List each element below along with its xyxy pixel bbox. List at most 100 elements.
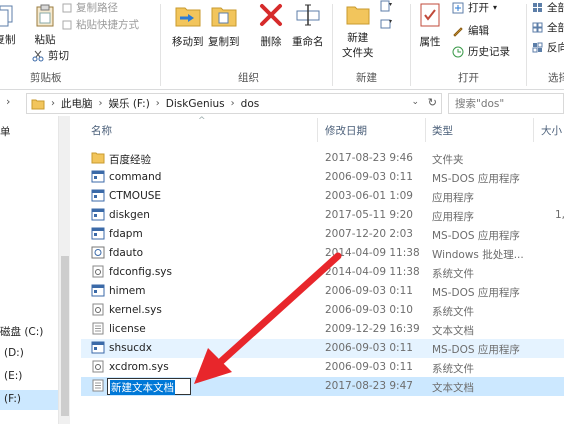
file-modified-date: 2006-09-03 0:11 <box>325 171 413 183</box>
file-modified-date: 2009-12-29 16:39 <box>325 323 420 335</box>
nav-item-drive-d[interactable]: (D:) <box>4 347 24 359</box>
cut-button[interactable]: 剪切 <box>32 48 69 63</box>
app-icon <box>91 341 105 357</box>
breadcrumb-separator-icon[interactable]: › <box>99 98 103 109</box>
column-divider[interactable] <box>317 118 318 142</box>
invert-selection-button[interactable]: 反向 <box>532 40 564 55</box>
properties-check-icon <box>420 3 440 27</box>
file-name: 百度经验 <box>109 154 151 166</box>
new-group-label: 新建 <box>356 72 377 84</box>
file-type: 应用程序 <box>432 192 474 204</box>
column-divider[interactable] <box>533 118 534 142</box>
rename-button[interactable]: 重命名 <box>292 2 324 49</box>
svg-text:▾: ▾ <box>389 18 392 25</box>
address-bar[interactable]: › 此电脑 › 娱乐 (F:) › DiskGenius › dos ⌄ ↻ <box>26 93 442 114</box>
paste-shortcut-button[interactable]: 粘贴快捷方式 <box>62 17 139 32</box>
copy-icon <box>0 5 13 27</box>
table-row[interactable]: xcdrom.sys 2006-09-03 0:11 系统文件 <box>81 358 564 377</box>
nav-item-drive-f[interactable]: (F:) <box>0 390 58 410</box>
open-group-label: 打开 <box>458 72 479 84</box>
table-row[interactable]: himem 2006-09-03 0:11 MS-DOS 应用程序 <box>81 282 564 301</box>
file-type: 应用程序 <box>432 211 474 223</box>
table-row[interactable]: diskgen 2017-05-11 9:20 应用程序 1, <box>81 206 564 225</box>
table-row[interactable]: fdauto 2014-04-09 11:38 Windows 批处理... <box>81 244 564 263</box>
move-to-button[interactable]: 移动到 <box>172 2 204 49</box>
copy-button[interactable]: 复制 <box>0 4 16 47</box>
nav-scrollbar[interactable] <box>58 116 70 424</box>
copy-path-icon <box>62 3 72 12</box>
table-row[interactable]: 百度经验 2017-08-23 9:46 文件夹 <box>81 149 564 168</box>
paste-button[interactable]: 粘贴 <box>34 4 56 47</box>
system-file-icon <box>91 360 105 376</box>
new-item-button[interactable]: ▾ <box>380 0 392 12</box>
address-row: › › 此电脑 › 娱乐 (F:) › DiskGenius › dos ⌄ ↻… <box>0 90 564 116</box>
nav-item-drive-c[interactable]: 磁盘 (C:) <box>0 324 43 339</box>
table-row[interactable]: shsucdx 2006-09-03 0:11 MS-DOS 应用程序 <box>81 339 564 358</box>
system-file-icon <box>91 265 105 281</box>
ribbon: 复制 粘贴 复制路径 粘贴快捷方式 剪切 剪贴板 移动到 复制到 删除 重命名 … <box>0 0 564 90</box>
refresh-icon[interactable]: ↻ <box>428 96 437 109</box>
search-input[interactable]: 搜索"dos" <box>448 93 564 114</box>
select-none-button[interactable]: 全部 <box>532 20 564 35</box>
file-name: fdauto <box>109 247 143 259</box>
copy-path-button[interactable]: 复制路径 <box>62 0 118 15</box>
file-modified-date: 2006-09-03 0:10 <box>325 304 413 316</box>
breadcrumb-separator-icon[interactable]: › <box>51 98 55 109</box>
chevron-right-icon[interactable]: › <box>6 95 10 108</box>
text-file-icon <box>91 322 105 338</box>
breadcrumb-diskgenius[interactable]: DiskGenius <box>166 98 225 110</box>
app-icon <box>91 170 105 186</box>
clipboard-icon <box>36 4 54 27</box>
column-header-name[interactable]: 名称 <box>91 123 112 138</box>
table-row[interactable]: CTMOUSE 2003-06-01 1:09 应用程序 <box>81 187 564 206</box>
history-button[interactable]: 历史记录 <box>452 44 510 59</box>
ribbon-divider <box>332 4 333 86</box>
delete-button[interactable]: 删除 <box>258 2 284 49</box>
nav-item-quick-access[interactable]: 单 <box>0 124 11 139</box>
breadcrumb-separator-icon[interactable]: › <box>156 98 160 109</box>
column-header-type[interactable]: 类型 <box>432 123 453 138</box>
ribbon-divider <box>160 4 161 86</box>
select-all-button[interactable]: 全部 <box>532 0 564 15</box>
table-row[interactable]: license 2009-12-29 16:39 文本文档 <box>81 320 564 339</box>
breadcrumb-separator-icon[interactable]: › <box>231 98 235 109</box>
file-name: fdconfig.sys <box>109 266 172 278</box>
organize-group-label: 组织 <box>238 72 259 84</box>
easy-access-button[interactable]: ▾ <box>380 17 392 29</box>
file-type: 文件夹 <box>432 154 464 166</box>
copy-to-button[interactable]: 复制到 <box>208 2 240 49</box>
file-name: xcdrom.sys <box>109 361 169 373</box>
scissors-icon <box>32 50 44 61</box>
file-list: ^ 名称 修改日期 类型 大小 百度经验 2017-08-23 9:46 文件夹 co… <box>71 116 564 424</box>
table-row[interactable]: kernel.sys 2006-09-03 0:10 系统文件 <box>81 301 564 320</box>
breadcrumb-dos[interactable]: dos <box>241 98 260 110</box>
properties-button[interactable]: 属性 <box>418 2 442 49</box>
column-header-size[interactable]: 大小 <box>541 123 562 138</box>
table-row[interactable]: command 2006-09-03 0:11 MS-DOS 应用程序 <box>81 168 564 187</box>
table-row[interactable]: fdconfig.sys 2014-04-09 11:38 系统文件 <box>81 263 564 282</box>
app-icon <box>91 189 105 205</box>
nav-item-drive-e[interactable]: (E:) <box>4 370 22 382</box>
navigation-pane: 单 磁盘 (C:) (D:) (E:) (F:) <box>0 116 58 424</box>
edit-button[interactable]: 编辑 <box>452 23 489 38</box>
file-modified-date: 2017-08-23 9:46 <box>325 152 413 164</box>
new-folder-button[interactable]: 新建 文件夹 <box>342 2 374 60</box>
rename-input[interactable]: 新建文本文档 <box>107 378 191 395</box>
history-icon <box>452 46 464 57</box>
file-name: CTMOUSE <box>109 190 162 202</box>
nav-scrollbar-thumb[interactable] <box>61 256 69 416</box>
select-all-icon <box>533 3 542 12</box>
system-file-icon <box>91 303 105 319</box>
breadcrumb-this-pc[interactable]: 此电脑 <box>61 96 93 111</box>
address-dropdown-icon[interactable]: ⌄ <box>411 97 419 107</box>
ribbon-divider <box>410 4 411 86</box>
table-row[interactable]: fdapm 2007-12-20 2:03 MS-DOS 应用程序 <box>81 225 564 244</box>
table-row[interactable]: 新建文本文档 2017-08-23 9:47 文本文档 <box>81 377 564 396</box>
column-divider[interactable] <box>425 118 426 142</box>
breadcrumb-drive-f[interactable]: 娱乐 (F:) <box>109 96 150 111</box>
column-header-date[interactable]: 修改日期 <box>325 123 367 138</box>
file-type: MS-DOS 应用程序 <box>432 344 520 356</box>
open-button[interactable]: 打开 ▾ <box>452 0 497 15</box>
svg-text:▾: ▾ <box>389 1 392 8</box>
paste-shortcut-icon <box>62 20 72 29</box>
